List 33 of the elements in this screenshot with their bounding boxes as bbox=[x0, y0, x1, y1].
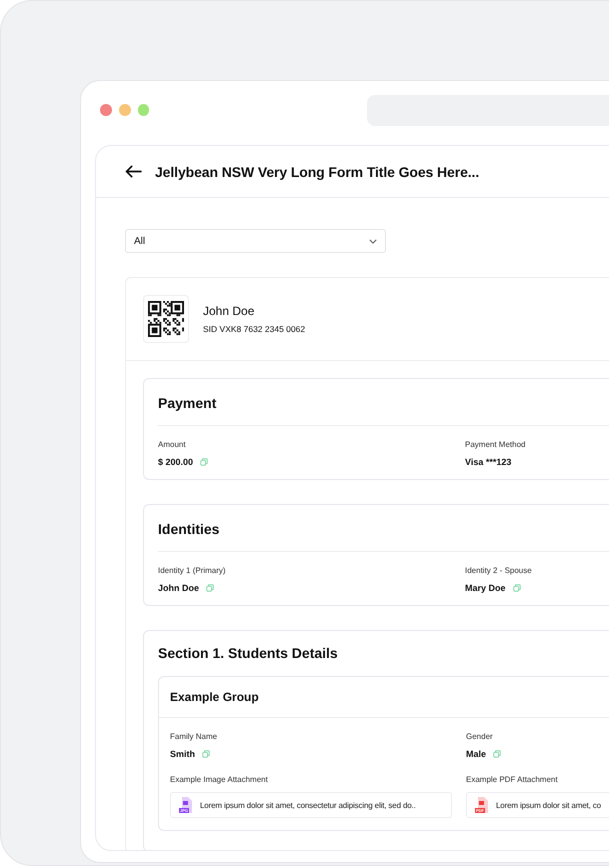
copy-icon[interactable] bbox=[200, 458, 208, 466]
caret-icon bbox=[369, 238, 377, 244]
card-title: Payment bbox=[158, 379, 609, 426]
minimize-dot[interactable] bbox=[118, 104, 130, 116]
field-value: Male bbox=[466, 749, 486, 759]
group-title: Example Group bbox=[159, 677, 609, 718]
filter-dropdown[interactable]: All bbox=[125, 229, 386, 253]
field-value: Mary Doe bbox=[465, 583, 506, 593]
field-label: Identity 1 (Primary) bbox=[158, 566, 227, 575]
field-label: Payment Method bbox=[465, 440, 526, 449]
field-label: Identity 2 - Spouse bbox=[465, 566, 533, 575]
student-id: SID VXK8 7632 2345 0062 bbox=[203, 324, 306, 334]
card-title: Identities bbox=[158, 505, 609, 552]
field-label: Gender bbox=[466, 732, 494, 741]
field-label: Amount bbox=[158, 440, 187, 449]
field-value: $ 200.00 bbox=[158, 457, 194, 467]
copy-icon[interactable] bbox=[512, 584, 521, 592]
maximize-dot[interactable] bbox=[138, 104, 150, 116]
section-title: Section 1. Students Details bbox=[158, 645, 339, 661]
form-title: Jellybean NSW Very Long Form Title Goes Here... bbox=[155, 164, 480, 180]
field-label: Example Image Attachment bbox=[170, 775, 269, 784]
field-label: Family Name bbox=[170, 732, 218, 741]
field-value: Smith bbox=[170, 749, 196, 759]
field-value: Visa ***123 bbox=[465, 457, 512, 467]
back-arrow-icon[interactable] bbox=[125, 165, 142, 178]
copy-icon[interactable] bbox=[206, 584, 214, 592]
copy-icon[interactable] bbox=[493, 750, 502, 758]
field-value: John Doe bbox=[158, 583, 200, 593]
field-label: Example PDF Attachment bbox=[466, 775, 559, 784]
person-name: John Doe bbox=[203, 304, 256, 318]
close-dot[interactable] bbox=[100, 104, 112, 116]
copy-icon[interactable] bbox=[202, 750, 210, 758]
qr-code-icon bbox=[143, 295, 189, 343]
